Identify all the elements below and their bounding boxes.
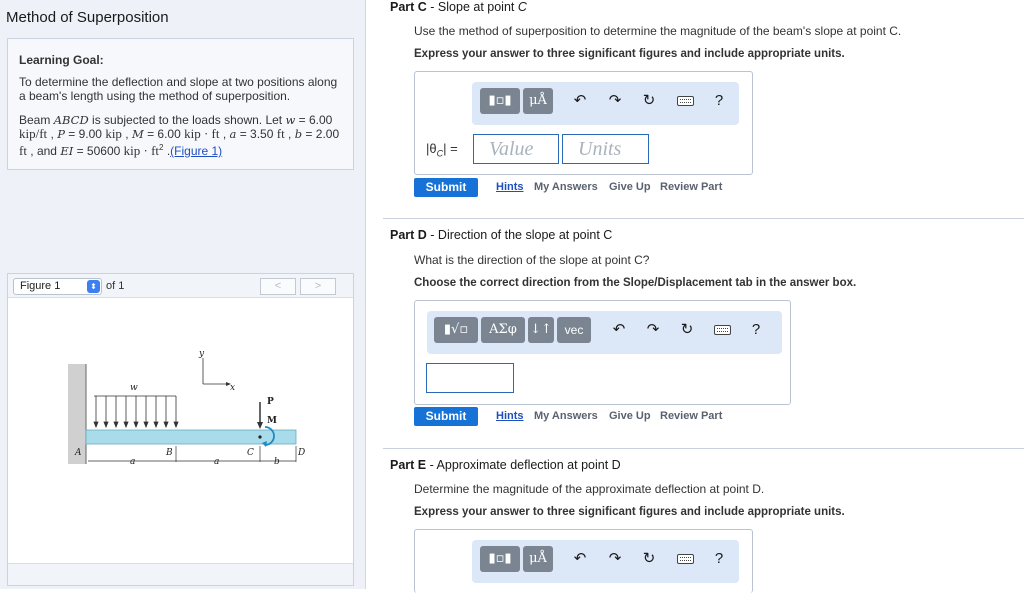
label-B: B bbox=[165, 448, 173, 458]
figure-footer bbox=[8, 563, 353, 585]
redo-icon[interactable]: ↷ bbox=[604, 90, 626, 112]
part-c-question: Use the method of superposition to deter… bbox=[414, 24, 902, 38]
point-c-dot bbox=[258, 435, 262, 439]
review-part-link[interactable]: Review Part bbox=[660, 181, 722, 193]
part-c-answer-box: ▮▫▮ μÅ ↶ ↷ ↻ ? |θC| = Value Units bbox=[414, 71, 753, 175]
part-d-toolbar: ▮√▫ ΑΣφ ↓↑ vec ↶ ↷ ↻ ? bbox=[427, 311, 782, 354]
reset-icon[interactable]: ↻ bbox=[638, 90, 660, 112]
part-e-question: Determine the magnitude of the approxima… bbox=[414, 482, 765, 496]
units-input[interactable]: Units bbox=[562, 134, 649, 164]
problem-statement: Beam ABCD is subjected to the loads show… bbox=[19, 113, 340, 158]
theta-c-label: |θC| = bbox=[426, 141, 458, 159]
redo-icon[interactable]: ↷ bbox=[642, 319, 664, 341]
figure-toolbar: Figure 1 ⬍ of 1 < > bbox=[8, 274, 353, 298]
label-D: D bbox=[297, 448, 305, 458]
templates-icon[interactable]: ▮▫▮ bbox=[480, 88, 520, 114]
right-panel: Part C - Slope at point C Use the method… bbox=[367, 0, 1024, 593]
submit-button[interactable]: Submit bbox=[414, 407, 478, 426]
label-a1: a bbox=[130, 457, 135, 467]
label-b: b bbox=[274, 457, 280, 467]
vec-button[interactable]: vec bbox=[557, 317, 591, 343]
direction-input[interactable] bbox=[426, 363, 514, 393]
help-button[interactable]: ? bbox=[745, 319, 767, 341]
value-input[interactable]: Value bbox=[473, 134, 559, 164]
part-e-title: Part E - Approximate deflection at point… bbox=[390, 458, 621, 472]
learning-goal-heading: Learning Goal: bbox=[19, 53, 104, 67]
part-e-answer-box: ▮▫▮ μÅ ↶ ↷ ↻ ? bbox=[414, 529, 753, 593]
my-answers-link[interactable]: My Answers bbox=[534, 181, 598, 193]
arrows-button[interactable]: ↓↑ bbox=[528, 317, 554, 343]
part-c-toolbar: ▮▫▮ μÅ ↶ ↷ ↻ ? bbox=[472, 82, 739, 125]
learning-goal-text: To determine the deflection and slope at… bbox=[19, 75, 338, 103]
left-panel: Method of Superposition Learning Goal: T… bbox=[0, 0, 366, 589]
beam bbox=[85, 429, 297, 445]
point-load-arrowhead-icon bbox=[257, 422, 263, 429]
divider bbox=[383, 448, 1024, 449]
hints-link[interactable]: Hints bbox=[496, 181, 524, 193]
keyboard-icon[interactable] bbox=[677, 554, 694, 564]
label-w: w bbox=[130, 383, 138, 393]
my-answers-link[interactable]: My Answers bbox=[534, 410, 598, 422]
redo-icon[interactable]: ↷ bbox=[604, 548, 626, 570]
part-d-answer-box: ▮√▫ ΑΣφ ↓↑ vec ↶ ↷ ↻ ? bbox=[414, 300, 791, 405]
help-button[interactable]: ? bbox=[708, 548, 730, 570]
units-button[interactable]: μÅ bbox=[523, 546, 553, 572]
undo-icon[interactable]: ↶ bbox=[569, 548, 591, 570]
label-M: M bbox=[267, 416, 277, 426]
figure-select[interactable]: Figure 1 ⬍ bbox=[13, 278, 102, 295]
undo-icon[interactable]: ↶ bbox=[608, 319, 630, 341]
page-title: Method of Superposition bbox=[6, 9, 169, 26]
select-arrows-icon: ⬍ bbox=[87, 280, 100, 293]
templates-icon[interactable]: ▮√▫ bbox=[434, 317, 478, 343]
units-button[interactable]: μÅ bbox=[523, 88, 553, 114]
review-part-link[interactable]: Review Part bbox=[660, 410, 722, 422]
templates-icon[interactable]: ▮▫▮ bbox=[480, 546, 520, 572]
prev-figure-button[interactable]: < bbox=[260, 278, 296, 295]
part-c-actions: Submit Hints My Answers Give Up Review P… bbox=[414, 178, 814, 198]
submit-button[interactable]: Submit bbox=[414, 178, 478, 197]
label-y: y bbox=[198, 349, 205, 359]
label-a2: a bbox=[214, 457, 219, 467]
label-A: A bbox=[74, 448, 82, 458]
figure-count: of 1 bbox=[106, 280, 125, 292]
give-up-link[interactable]: Give Up bbox=[609, 181, 651, 193]
distributed-load-arrows bbox=[93, 396, 179, 429]
reset-icon[interactable]: ↻ bbox=[676, 319, 698, 341]
greek-button[interactable]: ΑΣφ bbox=[481, 317, 525, 343]
reset-icon[interactable]: ↻ bbox=[638, 548, 660, 570]
part-e-toolbar: ▮▫▮ μÅ ↶ ↷ ↻ ? bbox=[472, 540, 739, 583]
undo-icon[interactable]: ↶ bbox=[569, 90, 591, 112]
label-P: P bbox=[267, 397, 274, 407]
give-up-link[interactable]: Give Up bbox=[609, 410, 651, 422]
part-d-actions: Submit Hints My Answers Give Up Review P… bbox=[414, 407, 814, 427]
beam-figure: y x w P M A B C D a a b bbox=[68, 349, 305, 467]
part-d-question: What is the direction of the slope at po… bbox=[414, 253, 650, 267]
help-button[interactable]: ? bbox=[708, 90, 730, 112]
keyboard-icon[interactable] bbox=[714, 325, 731, 335]
part-c-instruction: Express your answer to three significant… bbox=[414, 48, 845, 60]
part-d-title: Part D - Direction of the slope at point… bbox=[390, 228, 613, 242]
part-d-instruction: Choose the correct direction from the Sl… bbox=[414, 277, 857, 289]
next-figure-button[interactable]: > bbox=[300, 278, 336, 295]
hints-link[interactable]: Hints bbox=[496, 410, 524, 422]
learning-goal-box: Learning Goal: To determine the deflecti… bbox=[7, 38, 354, 170]
divider bbox=[383, 218, 1024, 219]
part-c-title: Part C - Slope at point C bbox=[390, 0, 527, 14]
part-e-instruction: Express your answer to three significant… bbox=[414, 506, 845, 518]
figure-panel: Figure 1 ⬍ of 1 < > y x w P M A B C D a … bbox=[7, 273, 354, 586]
label-C: C bbox=[247, 448, 254, 458]
label-x: x bbox=[230, 383, 235, 393]
keyboard-icon[interactable] bbox=[677, 96, 694, 106]
figure-link[interactable]: (Figure 1) bbox=[170, 144, 222, 158]
